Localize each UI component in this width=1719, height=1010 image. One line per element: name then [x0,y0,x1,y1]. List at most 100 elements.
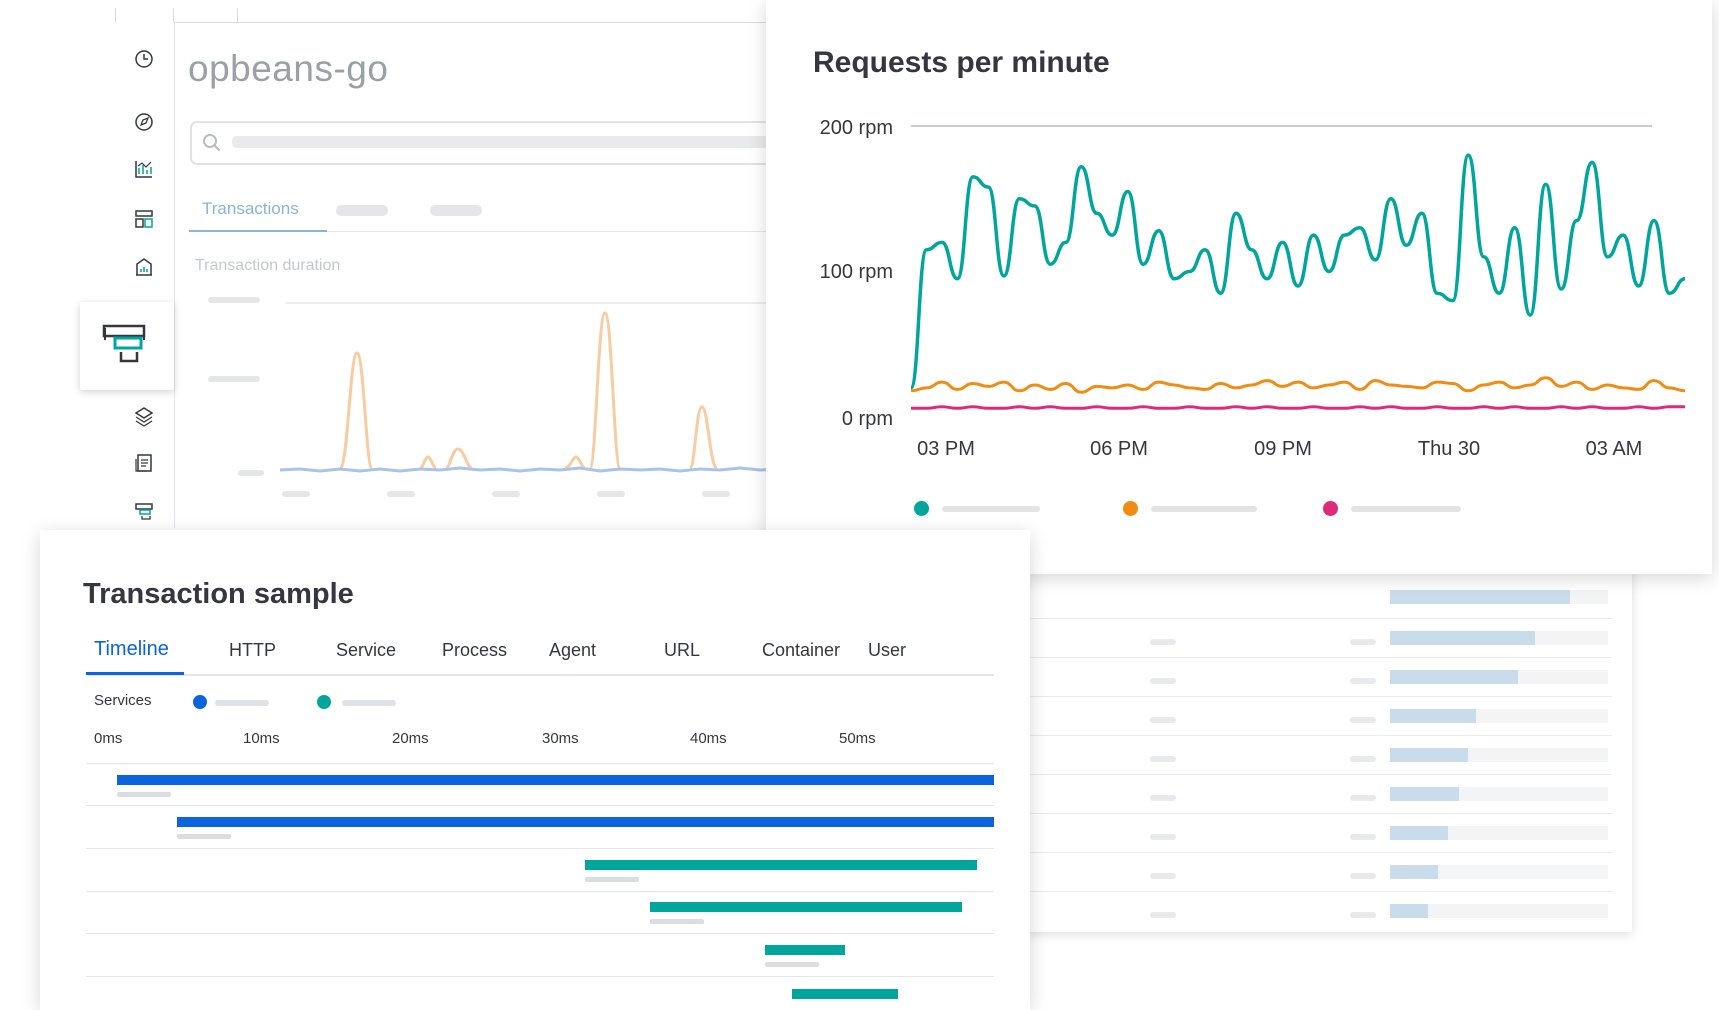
span-bar[interactable] [177,817,994,827]
list-item[interactable] [1022,774,1612,814]
impact-bar-track [1390,590,1608,604]
service-dot-1[interactable] [193,695,207,709]
x-tick-label: 06 PM [1090,438,1148,460]
y-tick-placeholder [238,470,264,476]
x-tick-placeholder [492,491,520,497]
timeline-tick: 0ms [94,730,123,747]
stack-icon[interactable] [133,405,155,427]
impact-bar-track [1390,631,1608,645]
list-item[interactable] [1022,578,1612,617]
span-bar[interactable] [585,860,977,870]
layout-grid-icon[interactable] [133,208,155,230]
span-label-placeholder [650,919,704,924]
y-tick-label: 200 rpm [820,117,893,139]
transaction-sample-card: Transaction sample Timeline HTTP Service… [40,530,1030,1010]
list-item[interactable] [1022,813,1612,853]
side-nav [115,22,175,528]
clock-icon[interactable] [133,48,155,70]
span-label-placeholder [177,834,231,839]
x-tick-label: 03 AM [1586,438,1643,460]
impact-bar [1390,904,1428,918]
impact-bar-track [1390,826,1608,840]
timeline-tick: 10ms [243,730,280,747]
legend-dot-series-3[interactable] [1323,501,1338,516]
tab-service[interactable]: Service [336,640,396,661]
tab-container[interactable]: Container [762,640,840,661]
service-dot-2[interactable] [317,695,331,709]
timeline-tick: 40ms [690,730,727,747]
tab-placeholder[interactable] [430,205,482,216]
building-icon[interactable] [133,256,155,278]
list-item[interactable] [1022,618,1612,658]
service-label-placeholder [215,700,269,706]
tab-transactions[interactable]: Transactions [202,199,299,219]
list-item[interactable] [1022,852,1612,892]
legend-dot-series-1[interactable] [914,501,929,516]
timeline-tick: 50ms [839,730,876,747]
y-tick-label: 100 rpm [820,261,893,283]
waterfall-divider [86,933,994,934]
x-tick-label: 09 PM [1254,438,1312,460]
span-bar[interactable] [650,902,962,912]
impact-bar-track [1390,904,1608,918]
list-item[interactable] [1022,735,1612,775]
impact-bar-track [1390,670,1608,684]
search-placeholder-bar [232,136,792,148]
transactions-list-panel [1022,560,1632,932]
span-bar[interactable] [765,945,845,955]
rpm-series-line-2 [910,376,1686,394]
service-title: opbeans-go [188,48,389,89]
waterfall-divider [86,891,994,892]
requests-per-minute-card: Requests per minute 200 rpm 100 rpm 0 rp… [766,0,1712,574]
rpm-series-line-3 [911,405,1685,410]
tab-process[interactable]: Process [442,640,507,661]
tab-timeline[interactable]: Timeline [94,638,169,661]
timeline-tick: 20ms [392,730,429,747]
rpm-chart: 200 rpm 100 rpm 0 rpm 03 PM 06 PM 09 PM … [820,117,1686,460]
rpm-series-group [909,153,1686,410]
impact-bar [1390,590,1570,604]
logs-icon[interactable] [133,452,155,474]
tab-agent[interactable]: Agent [549,640,596,661]
duration-chart-title: Transaction duration [195,257,341,274]
services-legend-label: Services [94,692,152,709]
compass-icon[interactable] [133,111,155,133]
x-tick-label: Thu 30 [1418,438,1480,460]
impact-bar-track [1390,865,1608,879]
tab-http[interactable]: HTTP [229,640,276,661]
search-icon [203,134,221,152]
x-tick-placeholder [282,491,310,497]
list-item[interactable] [1022,657,1612,697]
tab-url[interactable]: URL [664,640,700,661]
legend-dot-series-2[interactable] [1123,501,1138,516]
service-label-placeholder [342,700,396,706]
duration-chart [208,297,830,497]
legend-label-placeholder [1351,506,1461,512]
impact-bar-track [1390,787,1608,801]
list-item[interactable] [1022,891,1612,931]
rpm-series-line-1 [909,153,1686,390]
dashboard-chart-icon[interactable] [133,158,155,180]
tab-user[interactable]: User [868,640,906,661]
y-tick-placeholder [208,376,260,382]
nav-item-apm-active[interactable] [80,302,174,390]
span-bar[interactable] [792,989,898,999]
search-input[interactable] [190,121,834,165]
tab-placeholder[interactable] [336,205,388,216]
tab-active-indicator [189,230,327,232]
apm-small-icon[interactable] [133,500,155,522]
impact-bar [1390,631,1535,645]
x-tick-placeholder [702,491,730,497]
impact-bar-track [1390,748,1608,762]
x-tick-placeholder [387,491,415,497]
span-label-placeholder [117,792,171,797]
duration-baseline-series [279,466,830,473]
duration-peaks-series [338,311,787,470]
span-bar[interactable] [117,775,994,785]
x-tick-placeholder [597,491,625,497]
impact-bar [1390,709,1476,723]
list-item[interactable] [1022,696,1612,736]
legend-label-placeholder [1151,506,1257,512]
sample-title: Transaction sample [83,578,354,610]
impact-bar [1390,865,1438,879]
